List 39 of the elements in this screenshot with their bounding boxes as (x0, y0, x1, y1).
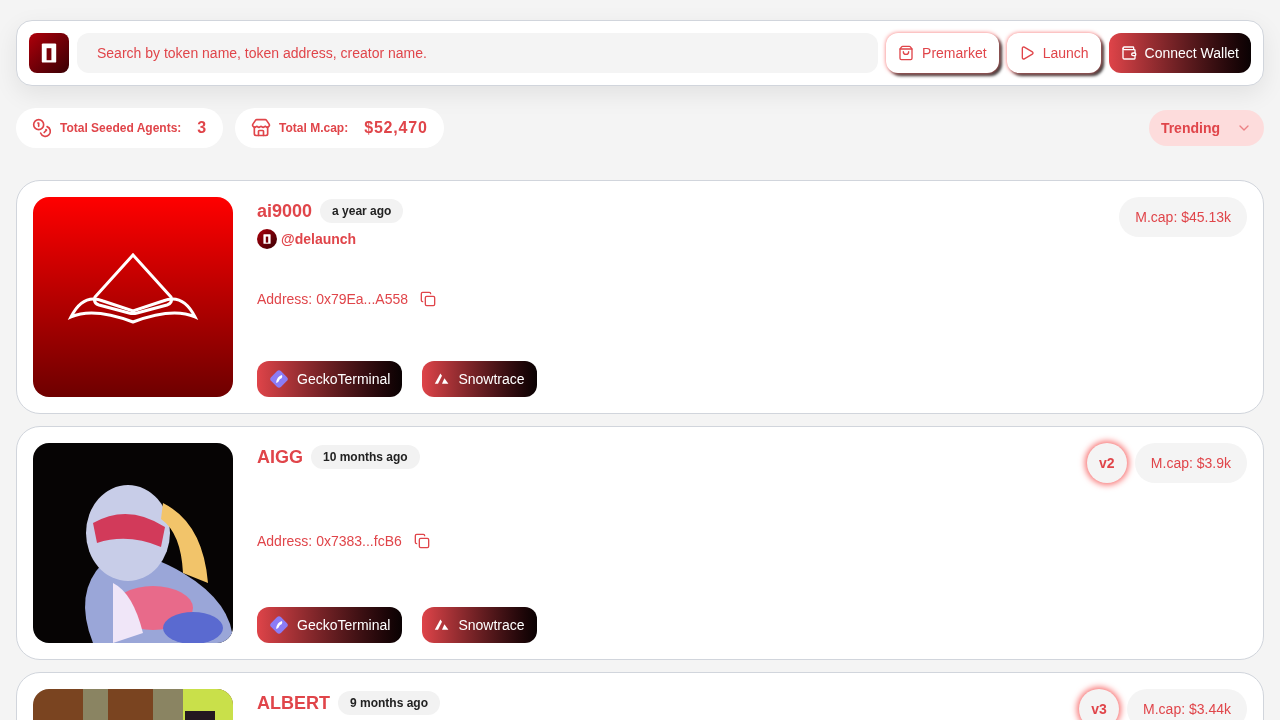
token-name: ai9000 (257, 200, 313, 223)
button-icon (898, 45, 915, 61)
mountain-icon (434, 371, 451, 387)
token-card[interactable]: ALBERT 9 months ago v3 M.cap: $3.44k (16, 672, 1264, 720)
token-card[interactable]: ai9000 a year ago @delaunch Address: 0x79Ea...A558 GeckoTerminal Snowtrace M.cap: $45.13k (16, 180, 1264, 414)
creator-avatar-icon (257, 229, 277, 249)
explorer-link-button[interactable]: Snowtrace (422, 361, 537, 397)
market-cap-tag: M.cap: $3.9k (1134, 443, 1247, 483)
market-cap-tag: M.cap: $3.44k (1127, 689, 1247, 720)
creator-link[interactable]: @delaunch (281, 229, 357, 249)
token-name: ALBERT (257, 692, 330, 715)
search-field[interactable]: Search by token name, token address, creator name. (77, 33, 879, 73)
header-button[interactable]: Launch (1006, 33, 1101, 73)
button-icon (1120, 45, 1137, 61)
age-tag: 9 months ago (338, 691, 440, 715)
version-tag: v2 (1086, 443, 1127, 483)
token-address: Address: 0x7383...fcB6 (257, 532, 402, 551)
market-cap-tag: M.cap: $45.13k (1119, 197, 1247, 237)
stat-label: Total Seeded Agents: (60, 120, 182, 136)
coins-icon (32, 118, 52, 138)
header-button[interactable]: Premarket (886, 33, 999, 73)
age-tag: 10 months ago (311, 445, 420, 469)
copy-icon[interactable] (413, 533, 430, 549)
token-card[interactable]: AIGG 10 months ago Address: 0x7383...fcB6 GeckoTerminal Snowtrace v2 M.cap: $3.9k (16, 426, 1264, 660)
token-address: Address: 0x79Ea...A558 (257, 290, 408, 309)
explorer-link-button[interactable]: GeckoTerminal (257, 361, 403, 397)
header-button[interactable]: Connect Wallet (1108, 33, 1251, 73)
store-icon (251, 118, 272, 138)
token-name: AIGG (257, 446, 303, 469)
mountain-icon (434, 617, 451, 633)
logo-icon (29, 33, 69, 73)
stat-value: $52,470 (364, 118, 428, 138)
stat-label: Total M.cap: (279, 120, 349, 136)
explorer-link-button[interactable]: Snowtrace (422, 607, 537, 643)
age-tag: a year ago (320, 199, 404, 223)
copy-icon[interactable] (420, 291, 436, 307)
stat-value: 3 (197, 118, 208, 138)
explorer-link-button[interactable]: GeckoTerminal (257, 607, 403, 643)
version-tag: v3 (1079, 689, 1120, 720)
